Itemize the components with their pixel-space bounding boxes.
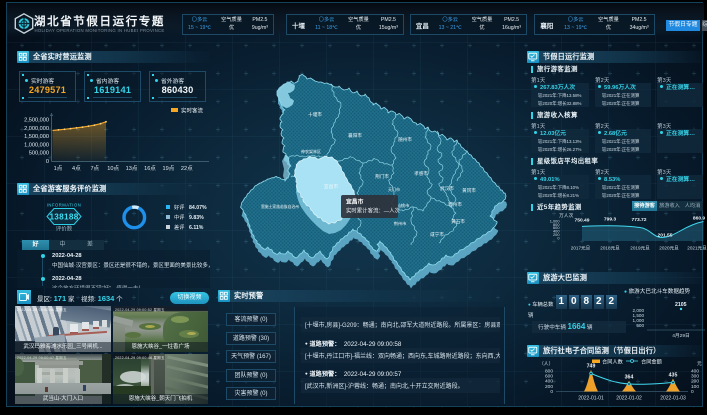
svg-text:天门市: 天门市: [388, 186, 400, 192]
svg-text:差评: 差评: [174, 223, 184, 231]
svg-text:随州市: 随州市: [398, 136, 412, 143]
svg-text:6.11%: 6.11%: [189, 225, 204, 231]
svg-text:2021元旦: 2021元旦: [687, 246, 707, 252]
svg-text:7点: 7点: [90, 165, 99, 172]
svg-text:2017元旦: 2017元旦: [571, 246, 591, 252]
svg-text:773.72: 773.72: [632, 217, 647, 223]
svg-text:200: 200: [691, 379, 699, 385]
svg-text:0: 0: [557, 236, 560, 241]
svg-text:800: 800: [545, 369, 553, 375]
svg-text:2022-01-01: 2022-01-01: [578, 396, 604, 402]
svg-text:2020元旦: 2020元旦: [659, 246, 679, 252]
svg-text:评价数: 评价数: [56, 225, 73, 233]
svg-text:中评: 中评: [174, 213, 184, 221]
svg-text:（人）: （人）: [539, 361, 553, 367]
svg-text:黄冈市: 黄冈市: [462, 187, 476, 194]
svg-text:好评: 好评: [174, 203, 184, 211]
svg-text:600: 600: [545, 374, 553, 380]
svg-text:19点: 19点: [162, 165, 174, 172]
svg-text:荆门市: 荆门市: [375, 173, 389, 180]
svg-text:襄阳市: 襄阳市: [348, 132, 362, 139]
svg-text:100: 100: [691, 384, 699, 390]
svg-text:合同金额: 合同金额: [641, 358, 663, 366]
svg-text:元: 元: [697, 361, 702, 367]
svg-text:十堰市: 十堰市: [308, 111, 322, 118]
svg-text:合同人数: 合同人数: [602, 358, 624, 366]
svg-text:INFORMATION: INFORMATION: [47, 203, 82, 208]
svg-text:364: 364: [625, 375, 634, 381]
svg-text:孝感市: 孝感市: [414, 170, 428, 177]
svg-text:鄂州市: 鄂州市: [448, 201, 462, 208]
svg-text:2018元旦: 2018元旦: [600, 246, 620, 252]
svg-text:500: 500: [636, 323, 644, 328]
svg-text:万人次: 万人次: [559, 212, 574, 219]
svg-text:2022-01-03: 2022-01-03: [660, 396, 686, 402]
svg-text:799.3: 799.3: [604, 217, 617, 223]
svg-text:300: 300: [691, 374, 699, 380]
svg-text:500,000: 500,000: [29, 151, 49, 157]
svg-text:0: 0: [46, 159, 49, 165]
svg-text:2,500,000: 2,500,000: [24, 118, 49, 124]
svg-text:咸宁市: 咸宁市: [430, 231, 444, 238]
svg-text:9.83%: 9.83%: [189, 215, 204, 221]
svg-text:1点: 1点: [54, 165, 63, 172]
svg-text:400: 400: [545, 379, 553, 385]
svg-text:2022-01-02: 2022-01-02: [616, 396, 642, 402]
svg-text:2,000,000: 2,000,000: [24, 126, 49, 132]
svg-text:实时客流: 实时客流: [181, 107, 204, 115]
svg-text:22点: 22点: [181, 165, 193, 172]
svg-text:749: 749: [587, 364, 596, 370]
svg-text:0: 0: [691, 389, 694, 395]
svg-text:860.9: 860.9: [693, 216, 706, 222]
svg-text:宜昌市: 宜昌市: [324, 183, 339, 190]
svg-text:4月29日: 4月29日: [672, 333, 690, 338]
svg-text:4点: 4点: [72, 165, 81, 172]
svg-text:2019元旦: 2019元旦: [630, 246, 650, 252]
svg-text:宜昌市: 宜昌市: [346, 198, 364, 206]
svg-text:84.07%: 84.07%: [189, 205, 207, 211]
svg-text:201.55: 201.55: [658, 233, 673, 239]
svg-text:200: 200: [545, 384, 553, 390]
svg-text:黄石市: 黄石市: [451, 218, 465, 225]
svg-text:武汉市: 武汉市: [440, 185, 454, 192]
svg-text:435: 435: [669, 373, 678, 379]
svg-text:神农架林区: 神农架林区: [301, 148, 321, 154]
svg-text:10点: 10点: [107, 165, 119, 172]
svg-text:恩施土家族苗族自治州: 恩施土家族苗族自治州: [261, 204, 299, 209]
svg-text:1,500,000: 1,500,000: [24, 134, 49, 140]
svg-text:实时累计客流：—人次: 实时累计客流：—人次: [346, 207, 401, 215]
svg-text:400: 400: [691, 369, 699, 375]
svg-text:16点: 16点: [144, 165, 156, 172]
svg-text:13点: 13点: [126, 165, 138, 172]
svg-text:1,000,000: 1,000,000: [24, 142, 49, 148]
svg-text:荆州市: 荆州市: [394, 220, 407, 227]
svg-text:0: 0: [550, 389, 553, 395]
svg-text:2105: 2105: [675, 302, 687, 308]
svg-text:750.49: 750.49: [575, 218, 590, 224]
svg-text:138188: 138188: [49, 213, 78, 222]
